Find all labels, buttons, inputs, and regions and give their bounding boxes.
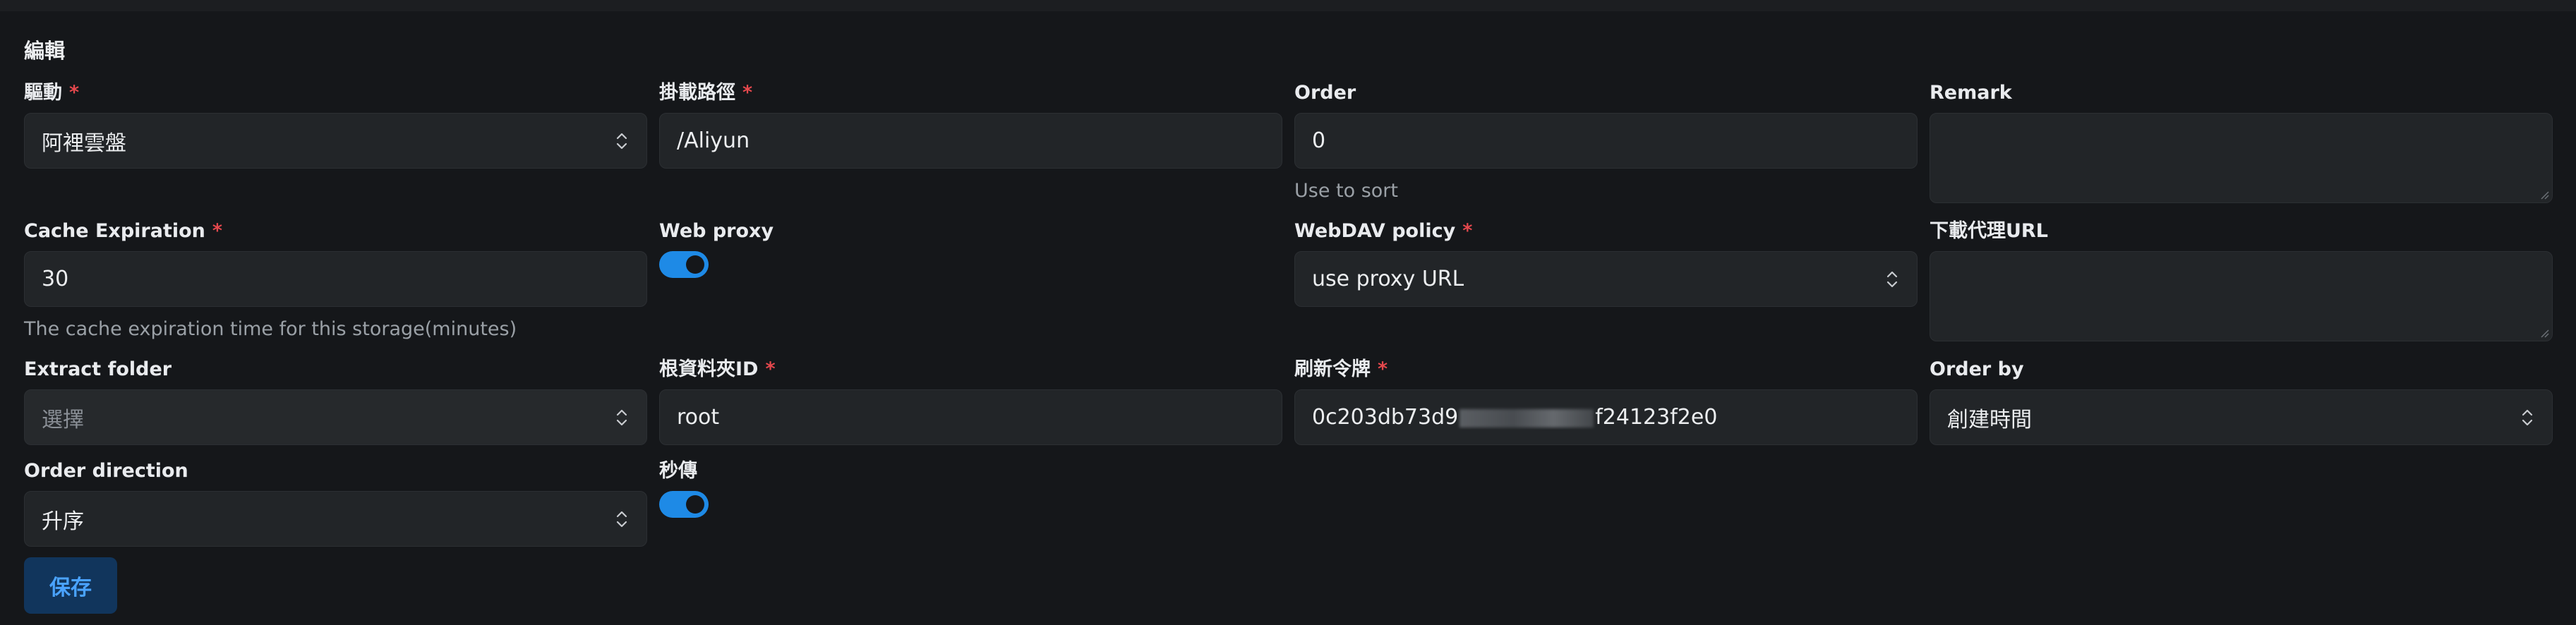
extract-folder-label: Extract folder [24,358,172,380]
field-order-by: Order by 創建時間 [1930,356,2553,457]
webdav-policy-value: use proxy URL [1312,267,1464,291]
field-download-proxy-url: 下載代理URL [1930,217,2553,356]
webdav-policy-select[interactable]: use proxy URL [1294,251,1918,307]
chevron-up-down-icon [616,409,627,425]
extract-folder-select[interactable]: 選擇 [24,389,647,445]
refresh-token-value: 0c203db73d9 f24123f2e0 [1312,405,1717,430]
required-mark: * [765,358,776,380]
webdav-policy-label: WebDAV policy * [1294,220,1473,242]
order-direction-select[interactable]: 升序 [24,491,647,547]
field-cache-expiration: Cache Expiration * 30 The cache expiratio… [24,217,647,356]
mount-path-label: 掛載路徑 * [659,82,753,104]
root-folder-id-label: 根資料夾ID * [659,358,776,380]
required-mark: * [1378,358,1388,380]
save-button[interactable]: 保存 [24,557,117,614]
field-web-proxy: Web proxy [659,217,1282,356]
order-by-select[interactable]: 創建時間 [1930,389,2553,445]
edit-form: 編輯 驅動 * 阿裡雲盤 掛載路徑 * /Aliyun Order 0 Use to… [0,11,2576,625]
download-proxy-url-label: 下載代理URL [1930,220,2048,242]
web-proxy-label: Web proxy [659,220,774,242]
chevron-up-down-icon [1886,271,1898,287]
refresh-token-input[interactable]: 0c203db73d9 f24123f2e0 [1294,389,1918,445]
resize-handle-icon[interactable] [2538,327,2549,338]
field-root-folder-id: 根資料夾ID * root [659,356,1282,457]
field-order-direction: Order direction 升序 [24,457,647,549]
resize-handle-icon[interactable] [2538,188,2549,200]
page-title: 編輯 [24,39,66,63]
refresh-token-prefix: 0c203db73d9 [1312,405,1459,430]
toggle-knob [686,495,704,514]
order-direction-label: Order direction [24,460,188,482]
field-driver: 驅動 * 阿裡雲盤 [24,79,647,217]
order-label: Order [1294,82,1356,104]
field-rapid-upload: 秒傳 [659,457,1282,549]
toggle-knob [686,255,704,274]
required-mark: * [1462,220,1473,242]
rapid-upload-label: 秒傳 [659,460,697,482]
required-mark: * [212,220,223,242]
mount-path-input[interactable]: /Aliyun [659,113,1282,169]
remark-label: Remark [1930,82,2012,104]
extract-folder-placeholder: 選擇 [42,407,84,432]
order-value: 0 [1312,128,1326,153]
refresh-token-suffix: f24123f2e0 [1595,405,1718,430]
driver-label: 驅動 * [24,82,80,104]
empty-cell [1930,457,2553,549]
chevron-up-down-icon [616,511,627,527]
top-strip [0,0,2576,11]
driver-select-value: 阿裡雲盤 [42,131,126,156]
driver-select[interactable]: 阿裡雲盤 [24,113,647,169]
order-by-label: Order by [1930,358,2024,380]
field-refresh-token: 刷新令牌 * 0c203db73d9 f24123f2e0 [1294,356,1918,457]
cache-expiration-value: 30 [42,267,69,291]
field-order: Order 0 Use to sort [1294,79,1918,217]
cache-expiration-helper: The cache expiration time for this stora… [24,318,517,340]
empty-cell [1294,457,1918,549]
field-extract-folder: Extract folder 選擇 [24,356,647,457]
required-mark: * [742,82,753,104]
remark-textarea[interactable] [1930,113,2553,203]
field-remark: Remark [1930,79,2553,217]
order-by-value: 創建時間 [1947,407,2032,432]
cache-expiration-input[interactable]: 30 [24,251,647,307]
form-grid: 驅動 * 阿裡雲盤 掛載路徑 * /Aliyun Order 0 Use to so… [24,79,2553,549]
chevron-up-down-icon [616,133,627,149]
mount-path-value: /Aliyun [677,128,750,153]
root-folder-id-input[interactable]: root [659,389,1282,445]
web-proxy-toggle[interactable] [659,251,709,278]
rapid-upload-toggle[interactable] [659,491,709,518]
order-input[interactable]: 0 [1294,113,1918,169]
field-webdav-policy: WebDAV policy * use proxy URL [1294,217,1918,356]
download-proxy-url-textarea[interactable] [1930,251,2553,341]
refresh-token-label: 刷新令牌 * [1294,358,1388,380]
required-mark: * [69,82,80,104]
chevron-up-down-icon [2522,409,2533,425]
redacted-blur [1459,408,1594,427]
cache-expiration-label: Cache Expiration * [24,220,223,242]
order-helper: Use to sort [1294,180,1398,202]
root-folder-id-value: root [677,405,720,430]
field-mount-path: 掛載路徑 * /Aliyun [659,79,1282,217]
order-direction-value: 升序 [42,509,84,534]
